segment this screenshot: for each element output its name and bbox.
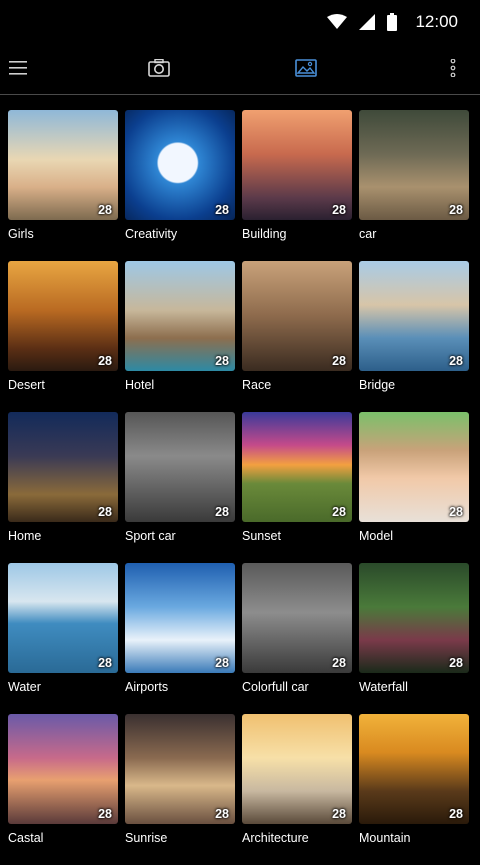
category-label: Waterfall — [359, 680, 408, 694]
image-count: 28 — [332, 656, 346, 670]
category-label: Race — [242, 378, 272, 392]
category-home[interactable]: 28 Home — [8, 412, 118, 563]
signal-icon — [359, 14, 376, 30]
category-airports[interactable]: 28 Airports — [125, 563, 235, 714]
category-label: Girls — [8, 227, 34, 241]
image-icon — [295, 59, 317, 77]
camera-icon — [148, 59, 170, 77]
category-label: Desert — [8, 378, 45, 392]
menu-button[interactable] — [0, 50, 36, 86]
category-thumbnail: 28 — [242, 714, 352, 824]
image-count: 28 — [449, 807, 463, 821]
category-colorfull-car[interactable]: 28 Colorfull car — [242, 563, 352, 714]
category-label: Bridge — [359, 378, 396, 392]
status-time: 12:00 — [415, 12, 458, 31]
category-thumbnail: 28 — [125, 412, 235, 522]
category-girls[interactable]: 28 Girls — [8, 110, 118, 261]
category-thumbnail: 28 — [359, 412, 469, 522]
category-label: Creativity — [125, 227, 178, 241]
category-mountain[interactable]: 28 Mountain — [359, 714, 469, 865]
image-count: 28 — [215, 656, 229, 670]
image-count: 28 — [215, 807, 229, 821]
image-count: 28 — [98, 807, 112, 821]
category-thumbnail: 28 — [242, 261, 352, 371]
category-desert[interactable]: 28 Desert — [8, 261, 118, 412]
category-thumbnail: 28 — [8, 261, 118, 371]
category-thumbnail: 28 — [242, 563, 352, 673]
category-label: Airports — [125, 680, 169, 694]
category-label: car — [359, 227, 377, 241]
category-grid: 28 Girls 28 Creativity 28 Building 28 ca… — [8, 110, 472, 865]
category-thumbnail: 28 — [8, 563, 118, 673]
category-sunset[interactable]: 28 Sunset — [242, 412, 352, 563]
image-count: 28 — [449, 656, 463, 670]
menu-icon — [9, 61, 27, 75]
category-thumbnail: 28 — [8, 714, 118, 824]
category-thumbnail: 28 — [242, 110, 352, 220]
image-count: 28 — [332, 505, 346, 519]
image-count: 28 — [98, 354, 112, 368]
category-label: Castal — [8, 831, 44, 845]
category-hotel[interactable]: 28 Hotel — [125, 261, 235, 412]
category-label: Water — [8, 680, 41, 694]
category-bridge[interactable]: 28 Bridge — [359, 261, 469, 412]
category-thumbnail: 28 — [242, 412, 352, 522]
category-architecture[interactable]: 28 Architecture — [242, 714, 352, 865]
category-thumbnail: 28 — [125, 563, 235, 673]
category-thumbnail: 28 — [8, 412, 118, 522]
image-count: 28 — [332, 203, 346, 217]
image-count: 28 — [98, 203, 112, 217]
category-building[interactable]: 28 Building — [242, 110, 352, 261]
category-castal[interactable]: 28 Castal — [8, 714, 118, 865]
image-count: 28 — [215, 203, 229, 217]
category-label: Hotel — [125, 378, 155, 392]
image-count: 28 — [215, 505, 229, 519]
category-model[interactable]: 28 Model — [359, 412, 469, 563]
image-count: 28 — [215, 354, 229, 368]
category-thumbnail: 28 — [125, 714, 235, 824]
status-bar: 12:00 — [0, 0, 480, 44]
category-label: Architecture — [242, 831, 309, 845]
category-thumbnail: 28 — [359, 714, 469, 824]
category-label: Mountain — [359, 831, 411, 845]
category-label: Model — [359, 529, 394, 543]
category-thumbnail: 28 — [359, 110, 469, 220]
image-count: 28 — [332, 807, 346, 821]
category-sunrise[interactable]: 28 Sunrise — [125, 714, 235, 865]
gallery-tab[interactable] — [288, 50, 324, 86]
wifi-icon — [327, 14, 348, 29]
category-creativity[interactable]: 28 Creativity — [125, 110, 235, 261]
toolbar — [0, 44, 480, 94]
category-thumbnail: 28 — [8, 110, 118, 220]
category-sport-car[interactable]: 28 Sport car — [125, 412, 235, 563]
category-label: Building — [242, 227, 287, 241]
category-thumbnail: 28 — [359, 563, 469, 673]
image-count: 28 — [449, 505, 463, 519]
category-label: Sunrise — [125, 831, 168, 845]
category-label: Sunset — [242, 529, 281, 543]
image-count: 28 — [449, 203, 463, 217]
category-label: Sport car — [125, 529, 176, 543]
battery-icon — [387, 13, 398, 31]
more-vert-icon — [450, 59, 456, 77]
camera-tab[interactable] — [141, 50, 177, 86]
image-count: 28 — [98, 505, 112, 519]
toolbar-divider — [0, 94, 480, 95]
more-options-button[interactable] — [435, 50, 471, 86]
category-label: Home — [8, 529, 42, 543]
category-thumbnail: 28 — [359, 261, 469, 371]
image-count: 28 — [449, 354, 463, 368]
category-thumbnail: 28 — [125, 261, 235, 371]
image-count: 28 — [98, 656, 112, 670]
category-water[interactable]: 28 Water — [8, 563, 118, 714]
category-race[interactable]: 28 Race — [242, 261, 352, 412]
category-label: Colorfull car — [242, 680, 309, 694]
category-car[interactable]: 28 car — [359, 110, 469, 261]
image-count: 28 — [332, 354, 346, 368]
category-waterfall[interactable]: 28 Waterfall — [359, 563, 469, 714]
category-thumbnail: 28 — [125, 110, 235, 220]
